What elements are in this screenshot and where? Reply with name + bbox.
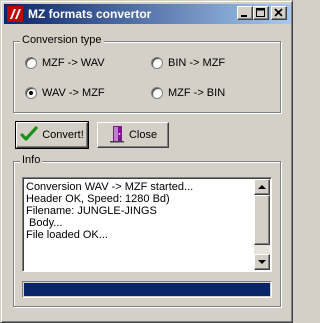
title-bar[interactable]: MZ formats convertor	[4, 4, 291, 24]
progress-fill	[24, 283, 270, 296]
radio-label: WAV -> MZF	[42, 87, 105, 99]
radio-label: BIN -> MZF	[168, 57, 226, 69]
close-icon	[274, 8, 283, 17]
close-window-button[interactable]	[271, 6, 287, 20]
arrow-down-icon	[258, 260, 266, 264]
convert-button[interactable]: Convert!	[15, 121, 89, 149]
convert-label: Convert!	[42, 129, 84, 141]
radio-button-icon[interactable]	[151, 57, 163, 69]
log-line: Conversion WAV -> MZF started...	[26, 181, 194, 193]
radio-button-icon[interactable]	[25, 57, 37, 69]
red-pen-app-icon[interactable]	[7, 6, 23, 22]
radio-button-icon[interactable]	[151, 87, 163, 99]
log-line: Body...	[26, 217, 63, 229]
radio-label: MZF -> WAV	[42, 57, 105, 69]
scroll-down-button[interactable]	[254, 254, 270, 270]
door-exit-icon	[109, 125, 125, 146]
radio-wav-to-mzf[interactable]: WAV -> MZF	[25, 87, 105, 99]
minimize-button[interactable]	[237, 6, 253, 20]
close-label: Close	[128, 129, 158, 141]
log-line: Header OK, Speed: 1280 Bd)	[26, 193, 170, 205]
radio-bin-to-mzf[interactable]: BIN -> MZF	[151, 57, 225, 69]
maximize-icon	[256, 8, 265, 17]
log-line: File loaded OK...	[26, 229, 108, 241]
info-label: Info	[20, 154, 43, 166]
arrow-up-icon	[258, 185, 266, 189]
radio-button-checked-icon[interactable]	[25, 87, 37, 99]
radio-mzf-to-wav[interactable]: MZF -> WAV	[25, 57, 105, 69]
radio-label: MZF -> BIN	[168, 87, 226, 99]
app-window: MZ formats convertor Conversion type MZF…	[0, 0, 293, 323]
minimize-icon	[241, 15, 247, 17]
conversion-type-label: Conversion type	[20, 34, 104, 46]
checkmark-icon	[20, 125, 38, 145]
info-log-textarea[interactable]: Conversion WAV -> MZF started... Header …	[22, 177, 272, 272]
progress-bar	[22, 281, 272, 298]
log-scrollbar[interactable]	[254, 179, 270, 270]
scroll-up-button[interactable]	[254, 179, 270, 195]
close-button[interactable]: Close	[97, 122, 169, 148]
window-title: MZ formats convertor	[28, 7, 152, 21]
maximize-button[interactable]	[253, 6, 269, 20]
scroll-thumb[interactable]	[254, 195, 270, 245]
conversion-type-group: Conversion type	[13, 34, 281, 113]
radio-mzf-to-bin[interactable]: MZF -> BIN	[151, 87, 225, 99]
log-line: Filename: JUNGLE-JINGS	[26, 205, 157, 217]
